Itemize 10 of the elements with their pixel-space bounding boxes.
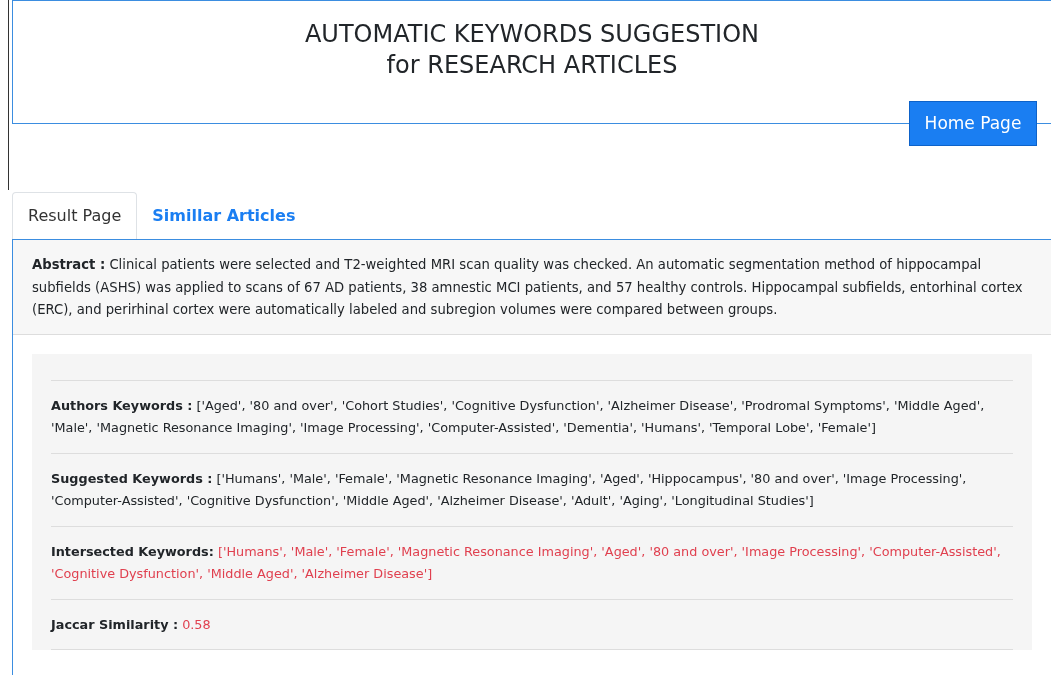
tab[interactable]: Simillar Articles [137, 192, 311, 239]
result-text: Jaccar Similarity : 0.58 [51, 615, 212, 634]
result-text: Intersected Keywords: ['Humans', 'Male', 'Female', 'Magnetic Resonance Imaging', 'Aged', '80 and over', 'Image Processing', 'Computer-Assisted', 'Cognitive Dysfunction', 'Middle Aged', 'Alzheimer Disease'] [51, 542, 1002, 583]
tab[interactable]: Result Page [12, 192, 138, 239]
result-text: Authors Keywords : ['Aged', '80 and over', 'Cohort Studies', 'Cognitive Dysfunction', 'Alzheimer Disease', 'Prodromal Symptoms', 'Middle Aged', 'Male', 'Magnetic Resonance Imaging', 'Image Processing', 'Computer-Assisted', 'Dementia', 'Humans', 'Temporal Lobe', 'Female'] [51, 396, 986, 437]
page-title: for RESEARCH ARTICLES [386, 50, 678, 81]
abstract-text: Abstract : Clinical patients were selected and T2-weighted MRI scan quality was checked. An automatic segmentation method of hippocampal subfields (ASHS) was applied to scans of 67 AD patients, 38 amnestic MCI patients, and 57 healthy controls. Hippocampal subfields, entorhinal cortex (ERC), and perirhinal cortex were automatically labeled and subregion volumes were compared between groups. [32, 256, 1024, 319]
home-page-button[interactable]: Home Page [909, 101, 1037, 146]
result-text: Suggested Keywords : ['Humans', 'Male', 'Female', 'Magnetic Resonance Imaging', 'Aged', 'Hippocampus', '80 and over', 'Image Processing', 'Computer-Assisted', 'Cognitive Dysfunction', 'Middle Aged', 'Alzheimer Disease', 'Adult', 'Aging', 'Longitudinal Studies'] [51, 469, 968, 510]
page-title: AUTOMATIC KEYWORDS SUGGESTION [304, 19, 760, 50]
